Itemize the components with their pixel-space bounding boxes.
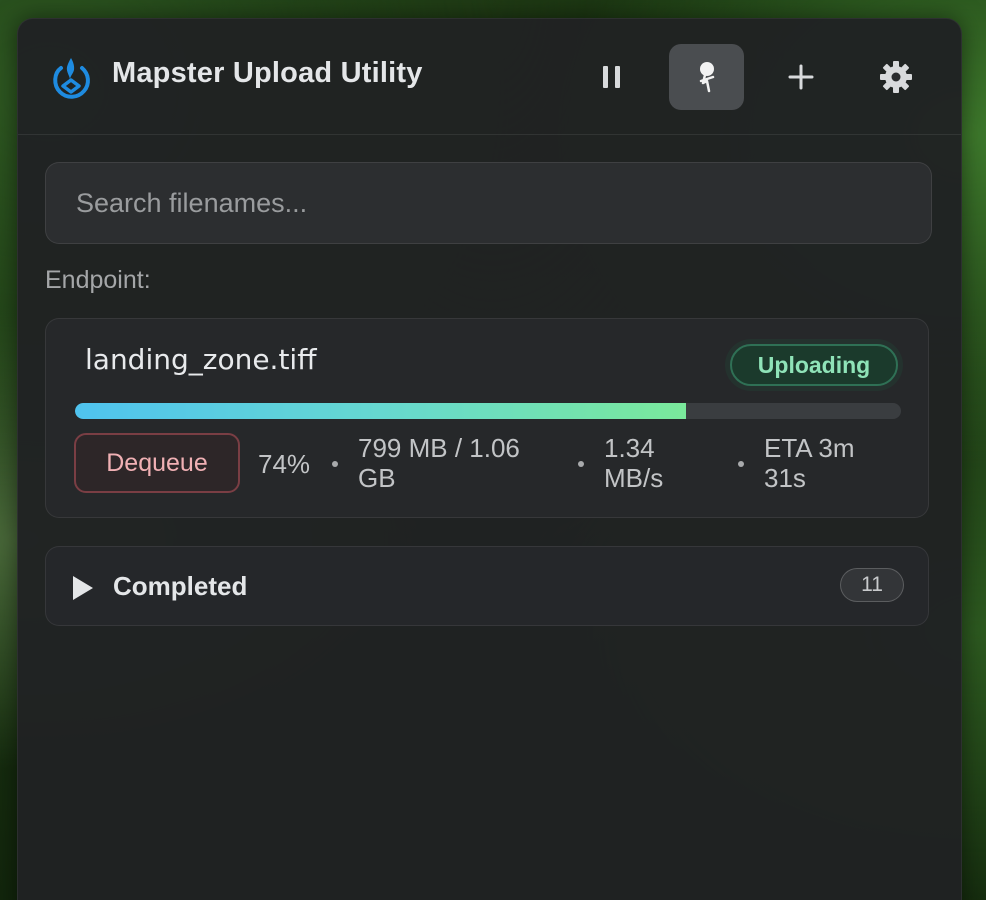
upload-size-line2: GB (358, 463, 396, 493)
status-badge: Uploading (730, 344, 898, 386)
upload-speed: 1.34 MB/s (604, 433, 714, 493)
chevron-right-icon (73, 576, 93, 600)
add-button[interactable] (763, 44, 838, 110)
completed-count-badge: 11 (840, 568, 904, 602)
app-title: Mapster Upload Utility (112, 57, 423, 89)
plus-icon (788, 64, 813, 90)
dequeue-button[interactable]: Dequeue (74, 433, 240, 493)
separator-dot (738, 461, 744, 467)
upload-size-line1: 799 MB / 1.06 (358, 433, 520, 463)
settings-button[interactable] (858, 44, 933, 110)
search-input[interactable] (74, 186, 903, 220)
endpoint-label: Endpoint: (45, 266, 151, 294)
upload-window: Mapster Upload Utility Search filenames.… (17, 18, 962, 900)
upload-eta: ETA 3m 31s (764, 433, 874, 493)
upload-speed-line2: MB/s (604, 463, 664, 493)
progress-bar (75, 403, 901, 419)
upload-percent: 74% (258, 449, 311, 479)
pause-icon (602, 66, 620, 88)
upload-item-card: landing_zone.tiff Uploading Dequeue 74% … (45, 318, 929, 518)
upload-eta-line1: ETA 3m (764, 433, 855, 463)
upload-speed-line1: 1.34 (604, 433, 655, 463)
pin-icon (699, 62, 714, 93)
upload-filename: landing_zone.tiff (85, 343, 317, 376)
separator-dot (578, 461, 584, 467)
completed-label: Completed (113, 571, 248, 601)
app-logo-icon (53, 58, 90, 99)
pause-button[interactable] (574, 44, 649, 110)
progress-bar-fill (75, 403, 687, 419)
separator-dot (332, 461, 338, 467)
upload-size: 799 MB / 1.06 GB (358, 433, 558, 493)
gear-icon (879, 61, 912, 93)
title-bar: Mapster Upload Utility (18, 19, 961, 135)
upload-eta-line2: 31s (764, 463, 806, 493)
completed-section-toggle[interactable]: Completed 11 (45, 546, 929, 626)
pin-button[interactable] (669, 44, 744, 110)
search-box[interactable] (45, 162, 932, 244)
